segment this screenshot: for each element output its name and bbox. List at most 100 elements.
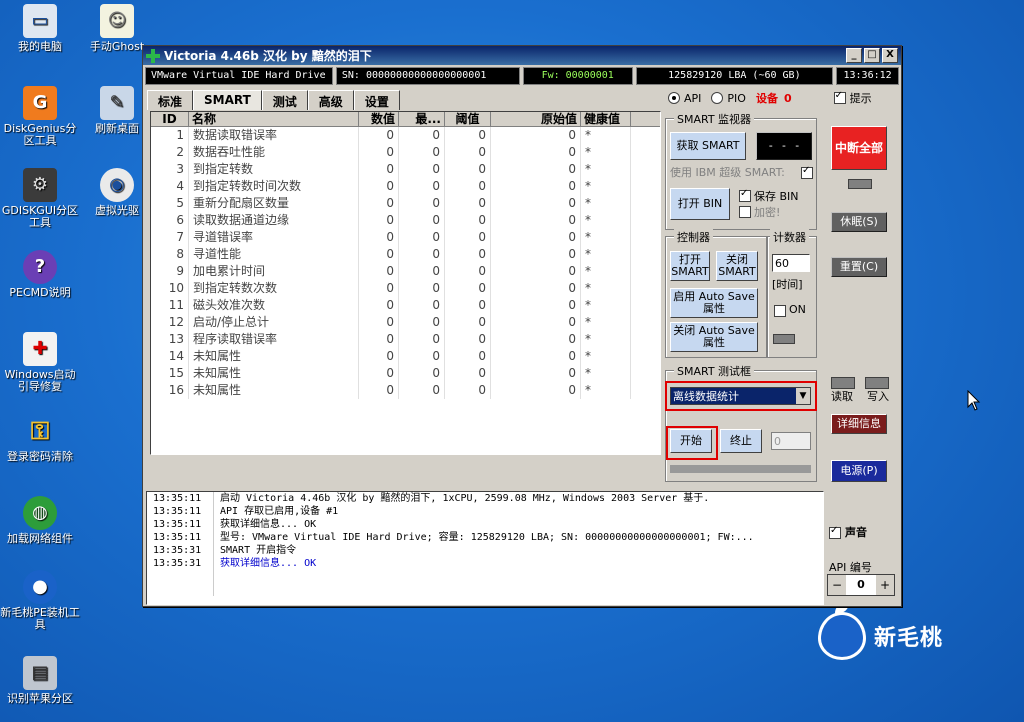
- sound-label: 声音: [845, 526, 867, 539]
- cell-val: 0: [359, 144, 399, 161]
- cell-val: 0: [359, 246, 399, 263]
- log-time: 13:35:11: [147, 505, 214, 518]
- desktop-icon-gdiskgui[interactable]: ⚙ GDISKGUI分区工具: [0, 168, 80, 229]
- ghost-icon: ☺: [100, 4, 134, 38]
- decrement-button[interactable]: −: [828, 575, 846, 595]
- desktop-icon-pecmd[interactable]: ? PECMD说明: [0, 250, 80, 299]
- counter-input[interactable]: 60: [772, 254, 810, 272]
- cell-raw: 0: [491, 246, 581, 263]
- table-row[interactable]: 11 磁头效准次数 0 0 0 0 *: [151, 297, 660, 314]
- table-row[interactable]: 2 数据吞吐性能 0 0 0 0 *: [151, 144, 660, 161]
- power-button[interactable]: 电源(P): [831, 460, 887, 482]
- desktop-icon-apple-partition[interactable]: ▤ 识别苹果分区: [0, 656, 80, 705]
- encrypt-checkbox[interactable]: [739, 206, 751, 218]
- table-row[interactable]: 8 寻道性能 0 0 0 0 *: [151, 246, 660, 263]
- table-row[interactable]: 5 重新分配扇区数量 0 0 0 0 *: [151, 195, 660, 212]
- cell-raw: 0: [491, 212, 581, 229]
- desktop-icon-diskgenius[interactable]: G DiskGenius分区工具: [0, 86, 80, 147]
- counter-on-checkbox[interactable]: [774, 305, 786, 317]
- open-bin-button[interactable]: 打开 BIN: [670, 188, 730, 220]
- save-bin-checkbox[interactable]: [739, 188, 751, 202]
- cell-name: 未知属性: [189, 365, 359, 382]
- boot-repair-icon: ✚: [23, 332, 57, 366]
- tab-advanced[interactable]: 高级: [307, 90, 354, 110]
- table-row[interactable]: 10 到指定转数次数 0 0 0 0 *: [151, 280, 660, 297]
- cell-id: 13: [151, 331, 189, 348]
- cell-id: 10: [151, 280, 189, 297]
- minimize-button[interactable]: _: [846, 48, 862, 63]
- table-row[interactable]: 13 程序读取错误率 0 0 0 0 *: [151, 331, 660, 348]
- tab-standard[interactable]: 标准: [147, 90, 194, 110]
- ibm-smart-checkbox[interactable]: [801, 165, 813, 179]
- cell-val: 0: [359, 331, 399, 348]
- test-progress-field[interactable]: 0: [771, 432, 811, 450]
- api-radio[interactable]: [668, 92, 680, 104]
- test-progress-bar: [670, 465, 811, 473]
- log-message: 启动 Victoria 4.46b 汉化 by 黯然的泪下, 1xCPU, 25…: [220, 493, 710, 504]
- read-label: 读取: [831, 390, 853, 403]
- title-bar[interactable]: Victoria 4.46b 汉化 by 黯然的泪下 _ □ X: [143, 46, 901, 65]
- increment-button[interactable]: +: [876, 575, 894, 595]
- log-time: 13:35:31: [147, 544, 214, 557]
- open-smart-button[interactable]: 打开 SMART: [670, 251, 710, 281]
- tab-test[interactable]: 测试: [261, 90, 308, 110]
- table-row[interactable]: 7 寻道错误率 0 0 0 0 *: [151, 229, 660, 246]
- cell-worst: 0: [399, 263, 445, 280]
- pio-radio[interactable]: [711, 92, 724, 104]
- desktop-icon-network[interactable]: ◍ 加载网络组件: [0, 496, 80, 545]
- tab-settings[interactable]: 设置: [353, 90, 400, 110]
- table-row[interactable]: 16 未知属性 0 0 0 0 *: [151, 382, 660, 399]
- refresh-desktop-icon: ✎: [100, 86, 134, 120]
- close-smart-button[interactable]: 关闭 SMART: [716, 251, 758, 281]
- desktop-icon-my-computer[interactable]: ▭ 我的电脑: [0, 4, 80, 53]
- get-smart-button[interactable]: 获取 SMART: [670, 132, 746, 160]
- cell-thr: 0: [445, 382, 491, 399]
- window-title: Victoria 4.46b 汉化 by 黯然的泪下: [164, 49, 372, 63]
- sleep-button[interactable]: 休眠(S): [831, 212, 887, 232]
- table-row[interactable]: 3 到指定转数 0 0 0 0 *: [151, 161, 660, 178]
- firmware: Fw: 00000001: [522, 67, 633, 85]
- stop-test-button[interactable]: 终止: [720, 429, 762, 453]
- table-row[interactable]: 12 启动/停止总计 0 0 0 0 *: [151, 314, 660, 331]
- desktop-icon-password-clear[interactable]: ⚿ 登录密码清除: [0, 414, 80, 463]
- cell-thr: 0: [445, 280, 491, 297]
- tab-smart[interactable]: SMART: [193, 90, 262, 110]
- enable-autosave-button[interactable]: 启用 Auto Save 属性: [670, 288, 758, 318]
- cell-health: *: [581, 246, 631, 263]
- event-log[interactable]: 13:35:11 启动 Victoria 4.46b 汉化 by 黯然的泪下, 1…: [146, 491, 824, 605]
- details-button[interactable]: 详细信息: [831, 414, 887, 434]
- cell-worst: 0: [399, 229, 445, 246]
- cell-thr: 0: [445, 178, 491, 195]
- network-icon: ◍: [23, 496, 57, 530]
- cell-id: 14: [151, 348, 189, 365]
- desktop-icon-peach-installer[interactable]: ● 新毛桃PE装机工具: [0, 570, 80, 631]
- cell-val: 0: [359, 280, 399, 297]
- log-entry: 13:35:11 型号: VMware Virtual IDE Hard Driv…: [147, 531, 823, 544]
- close-button[interactable]: X: [882, 48, 898, 63]
- ibm-smart-label: 使用 IBM 超级 SMART:: [670, 166, 785, 179]
- counter-unit: [时间]: [772, 278, 803, 291]
- stop-all-button[interactable]: 中断全部: [831, 126, 887, 170]
- cell-val: 0: [359, 297, 399, 314]
- disable-autosave-button[interactable]: 关闭 Auto Save 属性: [670, 322, 758, 352]
- diskgenius-icon: G: [23, 86, 57, 120]
- computer-icon: ▭: [23, 4, 57, 38]
- reset-button[interactable]: 重置(C): [831, 257, 887, 277]
- api-number-value[interactable]: 0: [846, 575, 876, 595]
- table-row[interactable]: 4 到指定转数时间次数 0 0 0 0 *: [151, 178, 660, 195]
- hint-checkbox[interactable]: [833, 90, 846, 104]
- device-model[interactable]: VMware Virtual IDE Hard Drive: [145, 67, 333, 85]
- table-row[interactable]: 1 数据读取错误率 0 0 0 0 *: [151, 127, 660, 144]
- device-number: 0: [783, 91, 792, 105]
- status-led: [848, 179, 872, 189]
- table-row[interactable]: 6 读取数据通道边缘 0 0 0 0 *: [151, 212, 660, 229]
- table-row[interactable]: 9 加电累计时间 0 0 0 0 *: [151, 263, 660, 280]
- table-row[interactable]: 15 未知属性 0 0 0 0 *: [151, 365, 660, 382]
- maximize-button[interactable]: □: [864, 48, 880, 63]
- sound-checkbox[interactable]: [829, 525, 841, 539]
- cell-val: 0: [359, 382, 399, 399]
- desktop-icon-boot-repair[interactable]: ✚ Windows启动引导修复: [0, 332, 80, 393]
- table-row[interactable]: 14 未知属性 0 0 0 0 *: [151, 348, 660, 365]
- cell-val: 0: [359, 314, 399, 331]
- cell-raw: 0: [491, 348, 581, 365]
